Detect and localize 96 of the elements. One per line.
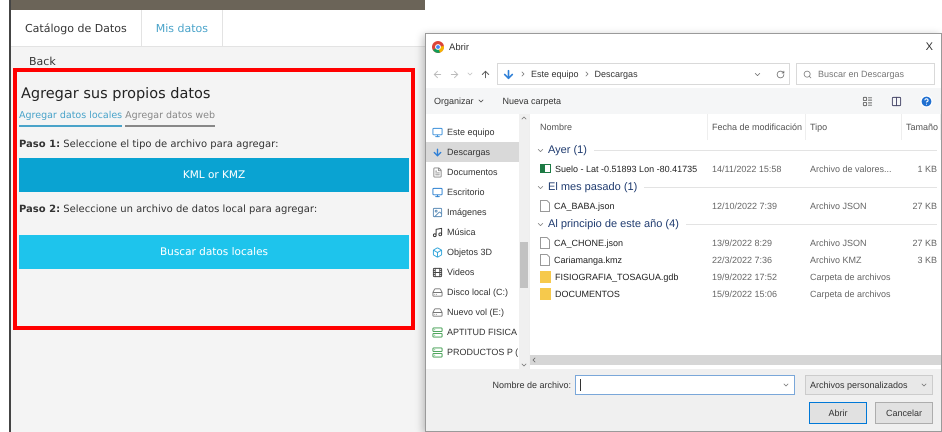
table-cell-text: 3 KB (916, 254, 938, 266)
view-icon[interactable] (862, 96, 873, 106)
folder-icon (540, 270, 551, 282)
table-cell-text: 1 KB (916, 162, 938, 176)
sidebar-item[interactable]: Objetos 3D (426, 242, 519, 262)
scrollbar[interactable] (519, 114, 529, 369)
image-icon (432, 206, 443, 218)
caret-icon (782, 381, 790, 389)
sidebar-item[interactable]: APTITUD FISICA (426, 322, 519, 342)
file-name[interactable]: DOCUMENTOS (536, 285, 708, 302)
music-note-icon (432, 226, 443, 238)
caret-icon (476, 97, 485, 105)
address-bar[interactable]: Este equipo Descargas (497, 63, 790, 85)
group-header[interactable]: Ayer (1) (548, 144, 587, 156)
film-icon (432, 266, 443, 278)
file-name[interactable]: Cariamanga.kmz (536, 251, 708, 268)
window-title: Abrir (449, 42, 470, 52)
search-field[interactable]: Buscar en Descargas (796, 63, 935, 85)
computer-icon (432, 126, 443, 138)
spreadsheet-icon (540, 163, 551, 174)
table-cell-text: Carpeta de archivos (809, 288, 892, 301)
scrollbar[interactable] (530, 355, 941, 365)
file-name[interactable]: CA_BABA.json (536, 197, 708, 214)
back-link[interactable]: Back (29, 55, 56, 68)
sidebar-item[interactable]: Videos (426, 262, 519, 282)
table-cell-text: 12/10/2022 7:39 (711, 200, 778, 212)
down-arrow-icon (432, 146, 443, 158)
column-header[interactable]: Tipo (806, 114, 902, 140)
table-cell-text: 27 KB (911, 200, 938, 212)
file-type-dropdown[interactable]: Archivos personalizados (805, 375, 933, 395)
file-icon (540, 236, 550, 248)
help-icon[interactable] (920, 94, 933, 108)
sidebar-item[interactable]: Escritorio (426, 182, 519, 202)
sidebar-item[interactable]: Disco local (C:) (426, 282, 519, 302)
browser-logo-icon (432, 41, 444, 53)
table-cell-text: Archivo de valores... (809, 162, 893, 176)
table-cell-text: Archivo KMZ (809, 254, 863, 266)
open-button[interactable]: Abrir (809, 402, 867, 424)
column-header[interactable]: Nombre (536, 114, 708, 140)
column-header[interactable]: Tamaño (902, 114, 941, 140)
refresh-icon[interactable] (776, 70, 785, 78)
up-arrow-icon[interactable] (480, 68, 491, 80)
scroll-thumb[interactable] (520, 242, 528, 288)
sidebar-item[interactable]: Música (426, 222, 519, 242)
tab[interactable]: Catálogo de Datos (11, 10, 142, 46)
network-drive-icon (432, 346, 443, 358)
new-folder-button[interactable]: Nueva carpeta (502, 96, 562, 106)
caret-icon (920, 381, 928, 389)
drive-icon (432, 306, 443, 318)
chevron-icon (519, 70, 527, 78)
cancel-button[interactable]: Cancelar (875, 402, 933, 424)
table-cell-text: 19/9/2022 17:52 (711, 270, 778, 284)
breadcrumb[interactable]: Descargas (594, 69, 638, 79)
table-cell-text: 27 KB (911, 236, 938, 250)
cube-icon (432, 246, 443, 258)
table-cell-text: Archivo JSON (809, 200, 868, 212)
column-header[interactable]: Fecha de modificación (708, 114, 806, 140)
sidebar-item[interactable]: Documentos (426, 162, 519, 182)
breadcrumb[interactable]: Este equipo (531, 69, 579, 79)
scroll-up-icon[interactable] (520, 114, 528, 122)
sidebar-item[interactable]: Este equipo (426, 122, 519, 142)
step-text: Paso 2: Seleccione un archivo de datos local para agregar: (19, 204, 318, 215)
table-cell-text: 22/3/2022 7:36 (711, 254, 774, 266)
field-label: Nombre de archivo: (492, 380, 571, 390)
step-text: Paso 1: Seleccione el tipo de archivo para agregar: (19, 139, 280, 150)
sidebar-item[interactable]: PRODUCTOS P ( (426, 342, 519, 362)
scroll-left-icon[interactable] (530, 356, 538, 364)
table-cell-text: 13/9/2022 8:29 (711, 236, 774, 250)
search-icon (803, 70, 812, 78)
table-cell-text: Archivo JSON (809, 236, 868, 250)
table-cell-text: Carpeta de archivos (809, 270, 892, 284)
table-cell-text: 15/9/2022 15:06 (711, 288, 778, 300)
close-button[interactable]: X (924, 41, 935, 53)
file-icon (540, 254, 550, 266)
file-name[interactable]: Suelo - Lat -0.51893 Lon -80.41735 (536, 160, 708, 177)
panel-title: Agregar sus propios datos (21, 86, 212, 102)
sidebar-item[interactable]: Imágenes (426, 202, 519, 222)
file-name[interactable]: CA_CHONE.json (536, 234, 708, 251)
organize-button[interactable]: Organizar (434, 96, 485, 106)
monitor-icon (432, 186, 443, 198)
group-header[interactable]: El mes pasado (1) (548, 181, 638, 193)
network-drive-icon (432, 326, 443, 338)
file-name[interactable]: FISIOGRAFIA_TOSAGUA.gdb (536, 268, 708, 285)
preview-pane-icon[interactable] (891, 96, 902, 106)
sidebar-item[interactable]: Nuevo vol (E:) (426, 302, 519, 322)
folder-icon (540, 288, 551, 300)
download-icon (502, 68, 515, 80)
group-header[interactable]: Al principio de este año (4) (548, 218, 679, 230)
file-icon (540, 200, 550, 212)
document-icon (432, 166, 443, 178)
search-placeholder: Buscar en Descargas (818, 69, 904, 79)
table-cell-text: 14/11/2022 15:58 (711, 162, 782, 176)
drive-icon (432, 286, 443, 298)
scroll-down-icon[interactable] (520, 361, 528, 369)
sidebar-item[interactable]: Descargas (426, 142, 519, 162)
input-field[interactable] (575, 375, 795, 395)
